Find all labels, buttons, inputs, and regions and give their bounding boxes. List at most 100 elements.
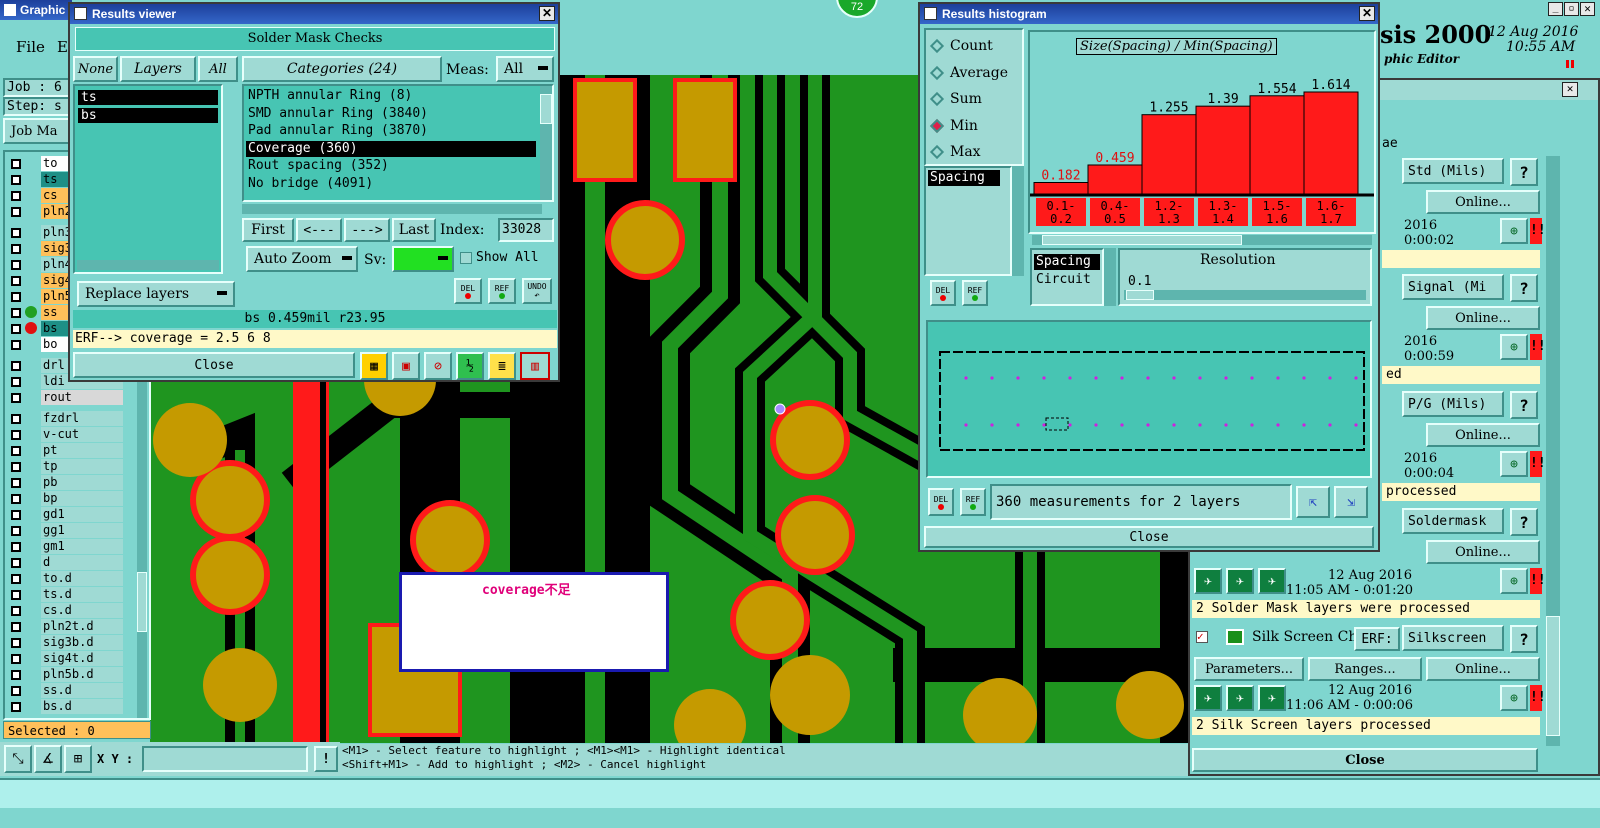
hist-resolution-slider-thumb[interactable]: [1126, 290, 1154, 300]
layer-checkbox[interactable]: [11, 446, 21, 456]
hist-export-button-1[interactable]: ⇱: [1296, 486, 1330, 518]
silk-combo[interactable]: Silkscreen: [1402, 625, 1504, 651]
layer-row[interactable]: v-cut: [9, 427, 123, 442]
layer-row[interactable]: pt: [9, 443, 123, 458]
rv-category-item[interactable]: SMD annular Ring (3840): [246, 106, 536, 122]
restore-button[interactable]: ▫: [1564, 2, 1579, 16]
erf-row-run-icon[interactable]: ✈: [1194, 568, 1222, 594]
radio-icon[interactable]: [929, 38, 945, 54]
radio-icon[interactable]: [929, 91, 945, 107]
rv-auto-zoom-dropdown[interactable]: Auto Zoom: [246, 246, 358, 272]
minimize-button[interactable]: _: [1548, 2, 1563, 16]
hist-mode-count[interactable]: Count: [929, 36, 1020, 56]
hist-close-button[interactable]: Close: [924, 526, 1374, 548]
layer-checkbox[interactable]: [11, 590, 21, 600]
hist-del-button-2[interactable]: DEL: [928, 488, 954, 516]
layer-row[interactable]: ss.d: [9, 683, 123, 698]
hist-bar[interactable]: [1249, 95, 1305, 195]
hist-bar[interactable]: [1141, 114, 1197, 195]
layer-checkbox[interactable]: [11, 526, 21, 536]
layer-checkbox[interactable]: [11, 292, 21, 302]
hist-item-spacing[interactable]: Spacing: [928, 170, 1000, 186]
erf-row-help-button[interactable]: ?: [1510, 274, 1538, 302]
rv-layer-list[interactable]: ts bs: [73, 84, 223, 274]
hist-field-circuit[interactable]: Circuit: [1034, 272, 1100, 288]
layer-checkbox[interactable]: [11, 324, 21, 334]
layer-row[interactable]: d: [9, 555, 123, 570]
rv-undo-button[interactable]: UNDO ↶: [522, 278, 552, 304]
radio-icon[interactable]: [929, 144, 945, 160]
layer-row[interactable]: fzdrl: [9, 411, 123, 426]
rv-layer-item-ts[interactable]: ts: [78, 90, 218, 105]
layer-checkbox[interactable]: [11, 702, 21, 712]
erf-row-zoom-button[interactable]: ⊕: [1500, 451, 1528, 477]
erf-row-combo[interactable]: Signal (Mi: [1402, 274, 1504, 300]
layer-checkbox[interactable]: [11, 670, 21, 680]
annotation-box[interactable]: coverage不足: [399, 572, 669, 672]
layer-row[interactable]: bp: [9, 491, 123, 506]
hist-chart-hscroll[interactable]: [1032, 235, 1372, 245]
layer-checkbox[interactable]: [11, 686, 21, 696]
rv-first-button[interactable]: First: [242, 218, 294, 242]
layer-checkbox[interactable]: [11, 260, 21, 270]
hist-resolution-slider[interactable]: [1124, 290, 1366, 300]
layer-checkbox[interactable]: [11, 606, 21, 616]
layer-row[interactable]: to.d: [9, 571, 123, 586]
rv-category-item[interactable]: Pad annular Ring (3870): [246, 123, 536, 139]
histogram-close-x[interactable]: ✕: [1359, 6, 1375, 21]
hist-field-list[interactable]: Spacing Circuit: [1030, 248, 1104, 306]
erf-panel-close-x[interactable]: ✕: [1562, 82, 1578, 97]
layer-checkbox[interactable]: [11, 510, 21, 520]
close-main-button[interactable]: ✕: [1580, 2, 1595, 16]
measure-tool-button[interactable]: ∡: [34, 745, 62, 773]
erf-row-run-icon[interactable]: ✈: [1258, 568, 1286, 594]
layer-checkbox[interactable]: [11, 393, 21, 403]
zoom-tool-button[interactable]: ⤡: [4, 745, 32, 773]
hist-field-scrollbar[interactable]: [1104, 248, 1116, 306]
layer-row[interactable]: pb: [9, 475, 123, 490]
layer-checkbox[interactable]: [11, 207, 21, 217]
hist-bar[interactable]: [1087, 164, 1143, 195]
layer-checkbox[interactable]: [11, 159, 21, 169]
silk-online-button[interactable]: Online...: [1426, 657, 1540, 681]
hist-chart-hscroll-thumb[interactable]: [1042, 235, 1242, 245]
layer-checkbox[interactable]: [11, 430, 21, 440]
silk-run-icon-1[interactable]: ✈: [1194, 685, 1222, 711]
rv-all-button[interactable]: All: [198, 56, 238, 82]
menu-file[interactable]: File: [16, 38, 45, 56]
layer-row[interactable]: gg1: [9, 523, 123, 538]
xy-input[interactable]: [142, 746, 308, 772]
layer-checkbox[interactable]: [11, 478, 21, 488]
layer-checkbox[interactable]: [11, 414, 21, 424]
alert-button[interactable]: !: [314, 746, 338, 772]
silk-parameters-button[interactable]: Parameters...: [1194, 657, 1304, 681]
rv-replace-layers-dropdown[interactable]: Replace layers: [77, 281, 235, 307]
layer-checkbox[interactable]: [11, 361, 21, 371]
rv-show-all-checkbox[interactable]: [460, 252, 472, 264]
rv-layers-button[interactable]: Layers: [120, 56, 196, 82]
hist-mode-sum[interactable]: Sum: [929, 89, 1020, 109]
no-sheet-icon[interactable]: ⊘: [424, 352, 452, 380]
silk-erf-button[interactable]: ERF:: [1354, 627, 1400, 651]
rv-layer-item-bs[interactable]: bs: [78, 108, 218, 123]
silk-checkbox[interactable]: ✓: [1196, 631, 1208, 643]
layer-checkbox[interactable]: [11, 276, 21, 286]
rv-meas-dropdown[interactable]: All: [496, 56, 554, 82]
hist-bar[interactable]: [1033, 181, 1089, 195]
rv-category-hscroll[interactable]: [242, 204, 542, 214]
rv-categories-button[interactable]: Categories (24): [242, 56, 442, 82]
erf-row-zoom-button[interactable]: ⊕: [1500, 334, 1528, 360]
hist-mode-average[interactable]: Average: [929, 63, 1020, 83]
layer-row[interactable]: gd1: [9, 507, 123, 522]
grid-tool-button[interactable]: ⊞: [64, 745, 92, 773]
layer-checkbox[interactable]: [11, 654, 21, 664]
monitor-icon[interactable]: ▣: [392, 352, 420, 380]
layer-row[interactable]: rout: [9, 390, 123, 405]
hist-mode-min[interactable]: Min: [929, 116, 1020, 136]
rv-del-button[interactable]: DEL: [454, 278, 482, 304]
layer-checkbox[interactable]: [11, 574, 21, 584]
silk-help-button[interactable]: ?: [1510, 625, 1538, 653]
rv-index-input[interactable]: 33028: [498, 218, 554, 242]
layer-checkbox[interactable]: [11, 175, 21, 185]
silk-zoom-button[interactable]: ⊕: [1500, 685, 1528, 711]
